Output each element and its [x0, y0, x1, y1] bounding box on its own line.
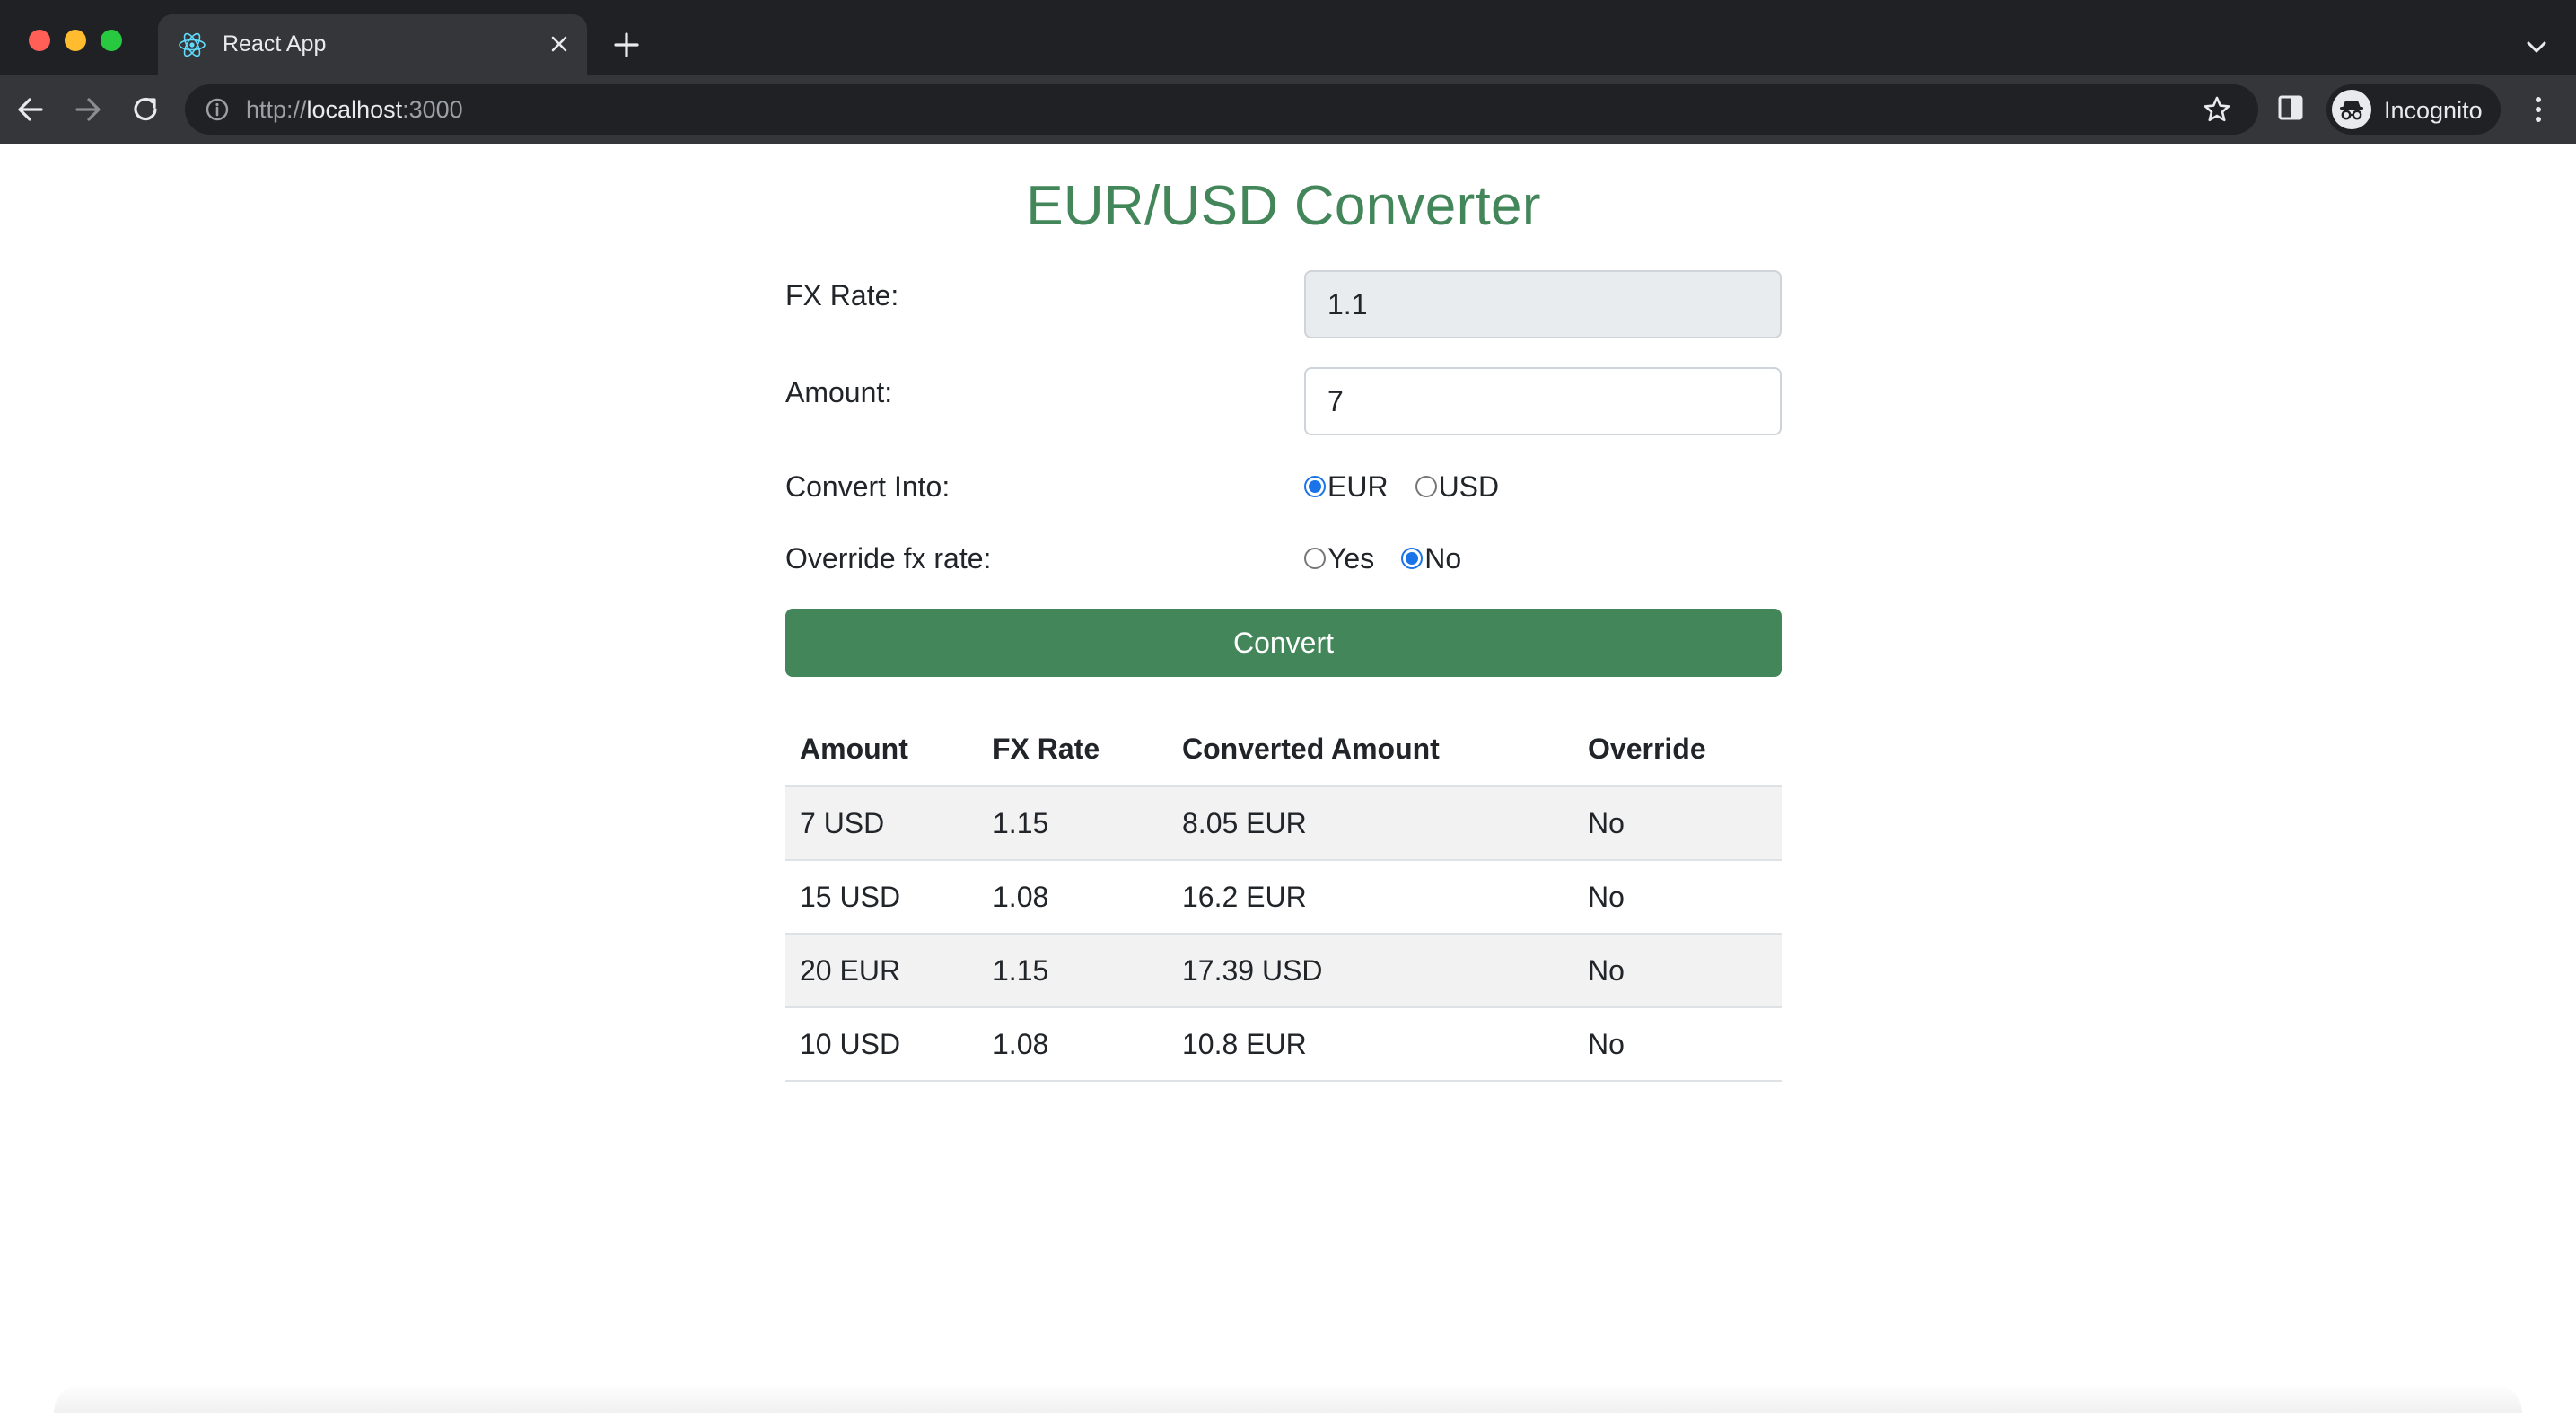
amount-row: Amount: [785, 367, 1782, 435]
react-logo-icon [179, 32, 206, 57]
conversion-history-table: Amount FX Rate Converted Amount Override… [785, 713, 1782, 1082]
side-panel-icon[interactable] [2274, 92, 2307, 124]
column-header-amount: Amount [785, 713, 978, 787]
cell-fx-rate: 1.08 [978, 1007, 1168, 1082]
forward-arrow-icon[interactable] [70, 92, 106, 127]
convert-into-eur-option[interactable]: EUR [1304, 470, 1389, 504]
browser-chrome: React App http://localhost:3000 Incognit… [0, 0, 2576, 144]
tab-title: React App [223, 31, 327, 57]
url-host: localhost [306, 96, 403, 123]
table-row: 10 USD 1.08 10.8 EUR No [785, 1007, 1782, 1082]
incognito-icon [2332, 90, 2371, 129]
page-content: EUR/USD Converter FX Rate: Amount: Conve… [0, 144, 2576, 1413]
override-label: Override fx rate: [785, 542, 992, 575]
cell-fx-rate: 1.15 [978, 786, 1168, 861]
chevron-down-icon[interactable] [2522, 32, 2551, 61]
info-icon[interactable] [203, 95, 232, 124]
cell-converted-amount: 10.8 EUR [1168, 1007, 1573, 1082]
usd-radio-label: USD [1438, 470, 1500, 503]
close-tab-icon[interactable] [544, 29, 574, 59]
convert-into-radio-group: EUR USD [1304, 469, 1526, 505]
maximize-window-button[interactable] [101, 30, 122, 51]
no-radio[interactable] [1401, 548, 1424, 569]
yes-radio[interactable] [1304, 548, 1326, 569]
bottom-shadow [54, 1382, 2522, 1413]
override-no-option[interactable]: No [1401, 542, 1461, 575]
back-arrow-icon[interactable] [13, 92, 48, 127]
cell-amount: 7 USD [785, 786, 978, 861]
cell-override: No [1573, 786, 1782, 861]
column-header-override: Override [1573, 713, 1782, 787]
column-header-fx-rate: FX Rate [978, 713, 1168, 787]
convert-into-label: Convert Into: [785, 470, 951, 503]
address-bar[interactable]: http://localhost:3000 [185, 84, 2258, 135]
url-text: http://localhost:3000 [246, 96, 463, 124]
cell-override: No [1573, 934, 1782, 1008]
table-row: 20 EUR 1.15 17.39 USD No [785, 934, 1782, 1008]
browser-tab[interactable]: React App [158, 14, 587, 75]
cell-fx-rate: 1.15 [978, 934, 1168, 1008]
amount-input[interactable] [1304, 367, 1782, 435]
more-menu-icon[interactable] [2522, 92, 2554, 127]
eur-radio[interactable] [1304, 476, 1326, 497]
convert-into-row: Convert Into: EUR USD [785, 469, 1782, 505]
url-port: :3000 [402, 96, 463, 123]
fx-rate-row: FX Rate: [785, 270, 1782, 338]
fx-rate-label: FX Rate: [785, 279, 899, 312]
column-header-converted-amount: Converted Amount [1168, 713, 1573, 787]
cell-converted-amount: 8.05 EUR [1168, 786, 1573, 861]
cell-converted-amount: 17.39 USD [1168, 934, 1573, 1008]
override-yes-option[interactable]: Yes [1304, 542, 1374, 575]
table-row: 7 USD 1.15 8.05 EUR No [785, 786, 1782, 861]
amount-label: Amount: [785, 376, 893, 408]
tab-strip: React App [0, 0, 2576, 75]
cell-override: No [1573, 860, 1782, 935]
override-row: Override fx rate: Yes No [785, 540, 1782, 576]
cell-amount: 10 USD [785, 1007, 978, 1082]
page-title: EUR/USD Converter [1026, 175, 1541, 237]
table-row: 15 USD 1.08 16.2 EUR No [785, 860, 1782, 935]
cell-override: No [1573, 1007, 1782, 1082]
close-window-button[interactable] [29, 30, 50, 51]
cell-fx-rate: 1.08 [978, 860, 1168, 935]
yes-radio-label: Yes [1327, 541, 1375, 575]
convert-button[interactable]: Convert [785, 609, 1782, 677]
table-header-row: Amount FX Rate Converted Amount Override [785, 713, 1782, 787]
reload-icon[interactable] [127, 92, 163, 127]
cell-converted-amount: 16.2 EUR [1168, 860, 1573, 935]
no-radio-label: No [1424, 541, 1462, 575]
incognito-profile-button[interactable]: Incognito [2326, 84, 2501, 135]
override-radio-group: Yes No [1304, 540, 1488, 576]
fx-rate-input[interactable] [1304, 270, 1782, 338]
cell-amount: 20 EUR [785, 934, 978, 1008]
new-tab-icon[interactable] [610, 29, 643, 61]
browser-toolbar: http://localhost:3000 Incognito [0, 75, 2576, 144]
profile-label: Incognito [2384, 97, 2483, 124]
minimize-window-button[interactable] [65, 30, 86, 51]
eur-radio-label: EUR [1327, 470, 1389, 503]
usd-radio[interactable] [1415, 476, 1437, 497]
bookmark-star-icon[interactable] [2201, 93, 2233, 126]
convert-into-usd-option[interactable]: USD [1415, 470, 1500, 504]
url-scheme: http:// [246, 96, 307, 123]
cell-amount: 15 USD [785, 860, 978, 935]
